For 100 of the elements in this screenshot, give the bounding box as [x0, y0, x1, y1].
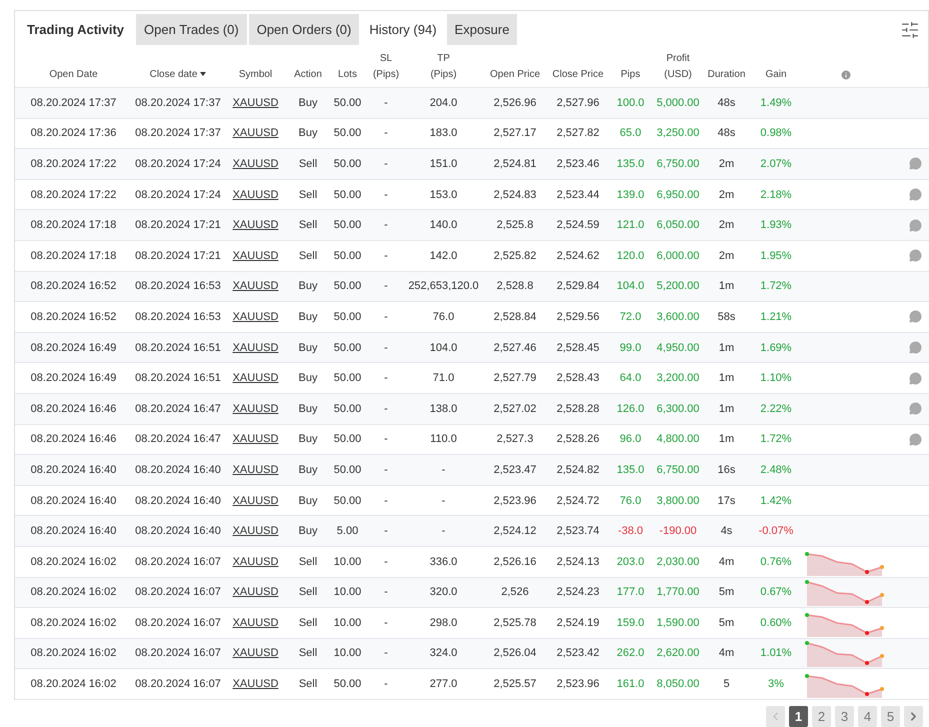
table-cell: Sell [298, 678, 318, 690]
table-cell: 6,750.00 [656, 158, 700, 170]
table-cell: - [384, 678, 388, 690]
symbol-link[interactable]: XAUUSD [232, 158, 278, 170]
symbol-link[interactable]: XAUUSD [232, 188, 278, 201]
comment-icon[interactable] [909, 341, 922, 354]
column-header: Open Price [490, 68, 540, 82]
table-cell: 1.01% [760, 647, 792, 660]
table-cell: - [384, 494, 388, 507]
column-header: Symbol [238, 68, 272, 82]
table-cell: 71.0 [432, 372, 454, 384]
table-cell: Sell [298, 250, 318, 262]
table-cell: 2,527.02 [494, 402, 536, 415]
comment-icon[interactable] [909, 372, 922, 385]
next-page-button[interactable] [904, 706, 923, 727]
symbol-link[interactable]: XAUUSD [232, 494, 278, 507]
table-cell: 72.0 [620, 310, 642, 323]
page-button[interactable]: 2 [812, 706, 831, 727]
column-header[interactable]: Close date [150, 67, 206, 83]
table-cell: 6,050.00 [656, 219, 700, 232]
table-cell: 2,523.46 [556, 158, 600, 170]
table-cell: 50.00 [334, 188, 362, 201]
symbol-link[interactable]: XAUUSD [232, 433, 278, 446]
tab[interactable]: Open Trades (0) [136, 14, 247, 45]
table-cell: 6,950.00 [656, 188, 700, 201]
table-cell: 2,524.82 [556, 464, 600, 476]
table-cell: 5 [723, 678, 730, 690]
table-cell: 08.20.2024 16:07 [135, 586, 221, 598]
table-cell: 2,527.3 [496, 433, 534, 446]
table-cell: 1,770.00 [656, 586, 700, 598]
tab[interactable]: Open Orders (0) [248, 14, 360, 45]
symbol-link[interactable]: XAUUSD [232, 464, 278, 476]
table-cell: 2,524.72 [556, 494, 600, 507]
symbol-link[interactable]: XAUUSD [232, 525, 278, 538]
table-cell: 17s [718, 494, 736, 507]
comment-icon[interactable] [909, 249, 922, 262]
table-cell: Buy [298, 127, 318, 140]
symbol-link[interactable]: XAUUSD [232, 586, 278, 598]
table-cell: 08.20.2024 16:40 [135, 494, 221, 507]
table-cell: 135.0 [616, 158, 644, 170]
table-cell: 48s [718, 96, 736, 109]
info-icon[interactable] [840, 69, 852, 81]
symbol-link[interactable]: XAUUSD [232, 616, 278, 629]
table-cell: 08.20.2024 16:49 [30, 372, 116, 384]
table-cell: 08.20.2024 17:37 [135, 127, 221, 140]
comment-icon[interactable] [909, 310, 922, 324]
page-button[interactable]: 3 [835, 706, 854, 727]
table-cell: - [384, 280, 388, 292]
comment-icon[interactable] [909, 218, 922, 232]
column-header: Pips [620, 68, 640, 82]
comment-icon[interactable] [909, 432, 922, 446]
table-cell: 0.60% [760, 616, 792, 629]
comment-icon[interactable] [909, 157, 922, 170]
table-cell: 96.0 [620, 433, 642, 446]
table-cell: 08.20.2024 17:18 [30, 250, 116, 262]
table-cell: 2m [718, 158, 734, 170]
table-cell: 0.98% [760, 127, 792, 140]
table-cell: - [384, 310, 388, 323]
table-cell: 8,050.00 [656, 678, 700, 690]
column-header: Gain [765, 68, 787, 82]
table-cell: - [442, 464, 446, 476]
table-cell: Sell [298, 586, 318, 598]
table-cell: 50.00 [334, 678, 362, 690]
table-cell: 3% [768, 678, 784, 690]
symbol-link[interactable]: XAUUSD [232, 556, 278, 568]
symbol-link[interactable]: XAUUSD [232, 96, 278, 109]
page-button[interactable]: 1 [789, 706, 808, 727]
comment-icon[interactable] [909, 402, 922, 416]
tab[interactable]: Exposure [446, 14, 518, 45]
table-cell: 2,525.8 [496, 219, 534, 232]
page-button[interactable]: 5 [881, 706, 900, 727]
table-cell: - [442, 494, 446, 507]
table-cell: 336.0 [430, 556, 458, 568]
table-cell: - [384, 616, 388, 629]
table-cell: 2.22% [760, 402, 792, 415]
table-cell: 08.20.2024 16:52 [30, 310, 116, 323]
table-cell: - [384, 96, 388, 109]
symbol-link[interactable]: XAUUSD [232, 372, 278, 384]
symbol-link[interactable]: XAUUSD [232, 647, 278, 660]
table-cell: -38.0 [618, 525, 644, 538]
comment-icon[interactable] [909, 188, 922, 202]
table-cell: 6,000.00 [656, 250, 700, 262]
symbol-link[interactable]: XAUUSD [232, 342, 278, 354]
table-cell: 2,524.12 [494, 525, 536, 538]
symbol-link[interactable]: XAUUSD [232, 127, 278, 140]
table-cell: 4m [718, 556, 734, 568]
table-cell: Sell [298, 616, 318, 629]
table-cell: 4,950.00 [656, 342, 700, 354]
symbol-link[interactable]: XAUUSD [232, 219, 278, 232]
symbol-link[interactable]: XAUUSD [232, 250, 278, 262]
table-cell: 120.0 [616, 250, 644, 262]
table-cell: 2,526.04 [494, 647, 536, 660]
table-cell: Buy [298, 494, 318, 507]
symbol-link[interactable]: XAUUSD [232, 280, 278, 292]
table-cell: 16s [718, 464, 736, 476]
symbol-link[interactable]: XAUUSD [232, 310, 278, 323]
symbol-link[interactable]: XAUUSD [232, 678, 278, 690]
symbol-link[interactable]: XAUUSD [232, 402, 278, 415]
page-button[interactable]: 4 [858, 706, 877, 727]
table-cell: 320.0 [430, 586, 458, 598]
